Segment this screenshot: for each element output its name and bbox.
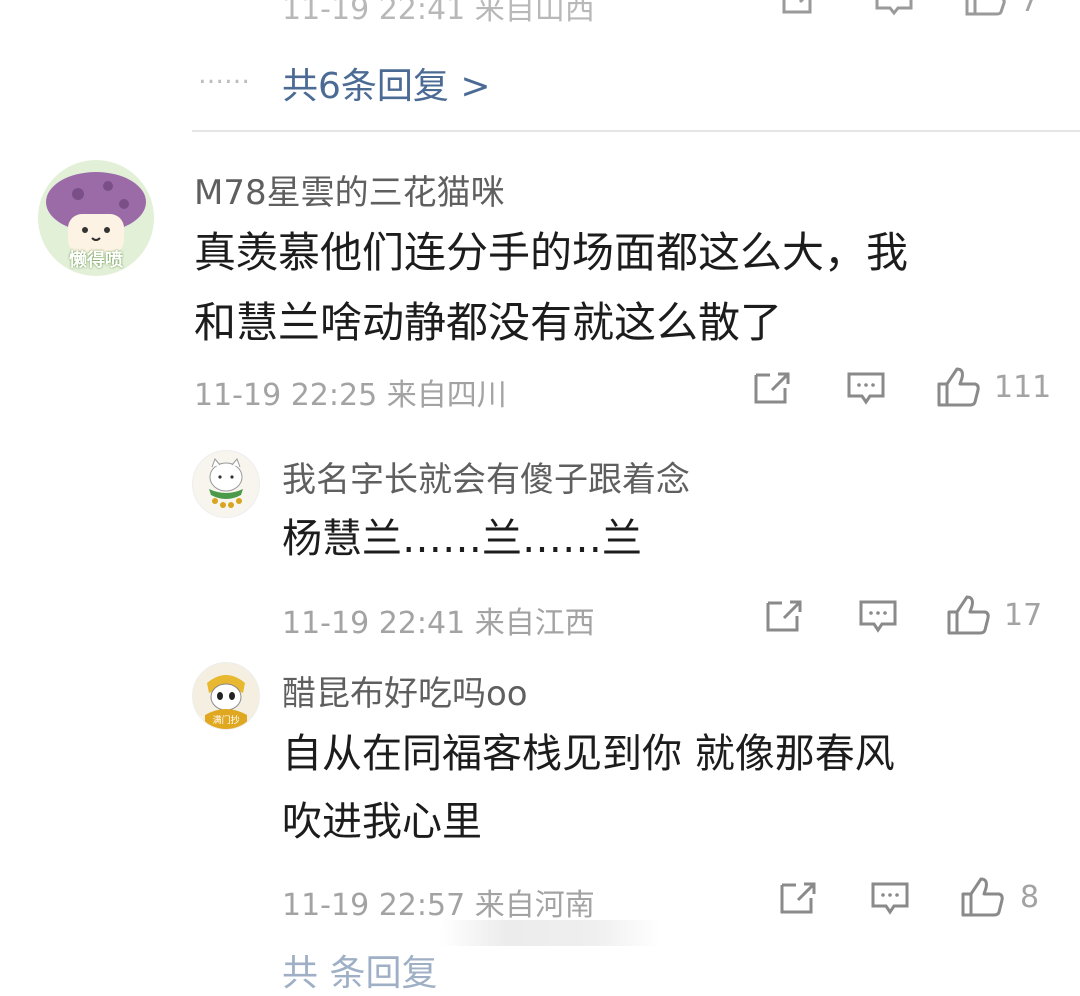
comment-icon[interactable] [870,880,910,916]
comment-meta: 11-19 22:25 来自四川 [194,378,507,413]
reply-like-count: 17 [1004,598,1043,633]
top-comment-meta: 11-19 22:41 来自山西 [282,0,595,27]
cat-avatar-image [209,458,243,508]
avatar[interactable]: 懒得喷 [38,160,154,276]
share-icon[interactable] [764,598,804,634]
share-icon[interactable] [780,0,818,16]
top-like-count: 7 [1020,0,1040,19]
reply-text: 杨慧兰……兰……兰 [282,505,1042,573]
like-icon[interactable] [936,366,982,408]
reply-like-count: 8 [1020,880,1040,915]
like-icon[interactable] [964,0,1008,16]
comment-icon[interactable] [846,370,886,406]
comment-icon[interactable] [858,598,898,634]
like-icon[interactable] [946,594,992,636]
reply-meta: 11-19 22:57 来自河南 [282,888,595,923]
reply-username[interactable]: 醋昆布好吃吗oo [282,666,528,715]
share-icon[interactable] [752,370,792,406]
share-icon[interactable] [778,880,818,916]
watermark-blur [440,920,660,946]
comment-text: 真羡慕他们连分手的场面都这么大，我 和慧兰啥动静都没有就这么散了 [194,218,1054,358]
comment-text-line: 和慧兰啥动静都没有就这么散了 [194,298,783,347]
reply-text-line: 吹进我心里 [282,799,482,845]
divider [192,130,1080,132]
avatar[interactable]: “、满门抄 [192,662,260,730]
more-replies-dots: …… [198,60,250,90]
avatar-caption: 懒得喷 [69,250,123,271]
reply-meta: 11-19 22:41 来自江西 [282,606,595,641]
avatar-caption: “、满门抄 [199,716,240,726]
avatar[interactable] [192,450,260,518]
comment-icon[interactable] [874,0,914,16]
reply-username[interactable]: 我名字长就会有傻子跟着念 [282,452,690,501]
reply-text-line: 杨慧兰……兰……兰 [282,516,642,562]
comment-text-line: 真羡慕他们连分手的场面都这么大，我 [194,228,909,277]
like-icon[interactable] [960,876,1006,918]
comment-username[interactable]: M78星雲的三花猫咪 [194,165,505,214]
comment-like-count: 111 [994,370,1052,405]
more-replies-link[interactable]: 共6条回复 > [282,57,491,109]
reply-text-line: 自从在同福客栈见到你 就像那春风 [282,731,895,777]
reply-text: 自从在同福客栈见到你 就像那春风 吹进我心里 [282,720,1062,856]
bottom-more-replies-link[interactable]: 共 条回复 [282,944,437,996]
